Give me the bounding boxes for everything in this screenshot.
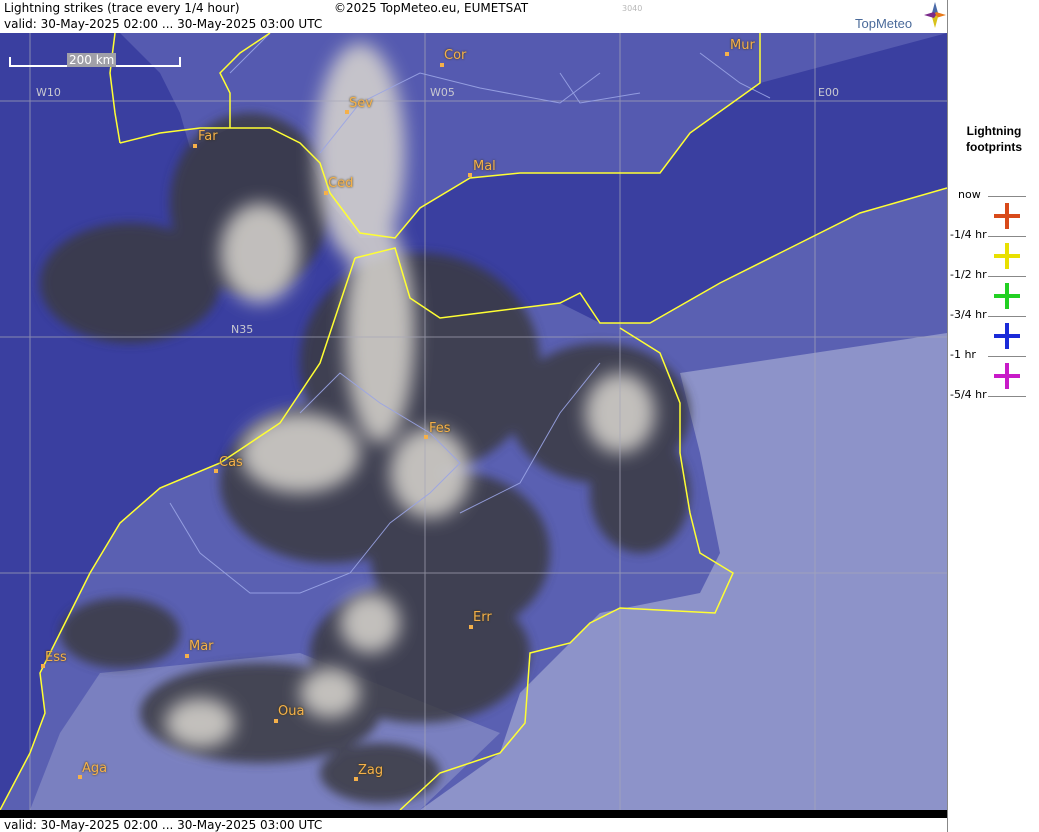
city-label-fes[interactable]: Fes <box>429 421 451 436</box>
map-canvas <box>0 33 947 810</box>
scale-tick-left <box>9 57 11 67</box>
product-code: 3040 <box>622 4 643 13</box>
city-label-aga[interactable]: Aga <box>82 761 107 776</box>
legend-title-line2: footprints <box>966 140 1022 154</box>
legend-title-line1: Lightning <box>966 124 1022 138</box>
scale-tick-right <box>179 57 181 67</box>
city-label-oua[interactable]: Oua <box>278 704 304 719</box>
scale-label: 200 km <box>67 53 117 67</box>
legend-label-quarter: -1/4 hr <box>950 228 987 241</box>
city-marker-err <box>469 625 473 629</box>
compass-star-icon <box>924 2 946 28</box>
topmeteo-logo[interactable]: TopMeteo <box>852 2 946 32</box>
lightning-legend: Lightning footprints now -1/4 hr -1/2 hr… <box>947 0 1039 832</box>
scale-bar: 200 km <box>9 53 181 71</box>
city-label-sev[interactable]: Sev <box>349 96 373 111</box>
legend-label-now: now <box>958 188 981 201</box>
footer-strip <box>0 810 947 818</box>
city-marker-ced <box>324 191 328 195</box>
legend-label-one-hour: -1 hr <box>950 348 976 361</box>
city-label-mur[interactable]: Mur <box>730 38 755 53</box>
city-marker-cor <box>440 63 444 67</box>
city-marker-far <box>193 144 197 148</box>
valid-time-range: valid: 30-May-2025 02:00 ... 30-May-2025… <box>4 17 323 31</box>
city-label-zag[interactable]: Zag <box>358 763 383 778</box>
satellite-map[interactable]: 200 km W10 W05 E00 N35 Cor Mur Sev Far C… <box>0 33 947 810</box>
city-label-cor[interactable]: Cor <box>444 48 466 63</box>
city-label-mar[interactable]: Mar <box>189 639 214 654</box>
legend-title: Lightning footprints <box>948 123 1039 155</box>
legend-rule-now <box>988 196 1026 197</box>
grid-label-e00: E00 <box>818 86 839 99</box>
legend-rule-three-quarter <box>988 316 1026 317</box>
lightning-cross-half-icon <box>994 283 1020 309</box>
city-marker-fes <box>424 435 428 439</box>
city-marker-mur <box>725 52 729 56</box>
city-marker-mar <box>185 654 189 658</box>
grid-label-w05: W05 <box>430 86 455 99</box>
footer-valid-time-range: valid: 30-May-2025 02:00 ... 30-May-2025… <box>4 818 323 832</box>
legend-label-three-quarter: -3/4 hr <box>950 308 987 321</box>
city-label-mal[interactable]: Mal <box>473 159 496 174</box>
legend-rule-quarter <box>988 236 1026 237</box>
grid-label-n35: N35 <box>231 323 254 336</box>
legend-label-half: -1/2 hr <box>950 268 987 281</box>
lightning-cross-three-quarter-icon <box>994 323 1020 349</box>
city-marker-mal <box>468 173 472 177</box>
copyright-notice: ©2025 TopMeteo.eu, EUMETSAT <box>334 1 529 15</box>
city-marker-oua <box>274 719 278 723</box>
grid-label-w10: W10 <box>36 86 61 99</box>
lightning-cross-one-hour-icon <box>994 363 1020 389</box>
logo-text: TopMeteo <box>855 16 913 31</box>
city-label-far[interactable]: Far <box>198 129 218 144</box>
footer-bar: valid: 30-May-2025 02:00 ... 30-May-2025… <box>0 810 947 832</box>
city-label-ess[interactable]: Ess <box>45 650 67 665</box>
city-label-cas[interactable]: Cas <box>219 455 243 470</box>
lightning-cross-now-icon <box>994 203 1020 229</box>
city-label-err[interactable]: Err <box>473 610 492 625</box>
map-title: Lightning strikes (trace every 1/4 hour) <box>4 1 240 15</box>
legend-rule-five-quarter <box>988 396 1026 397</box>
legend-rule-one-hour <box>988 356 1026 357</box>
lightning-cross-quarter-icon <box>994 243 1020 269</box>
city-label-ced[interactable]: Ced <box>328 176 353 191</box>
legend-label-five-quarter: -5/4 hr <box>950 388 987 401</box>
city-marker-cas <box>214 469 218 473</box>
header-bar: Lightning strikes (trace every 1/4 hour)… <box>0 0 947 33</box>
legend-rule-half <box>988 276 1026 277</box>
